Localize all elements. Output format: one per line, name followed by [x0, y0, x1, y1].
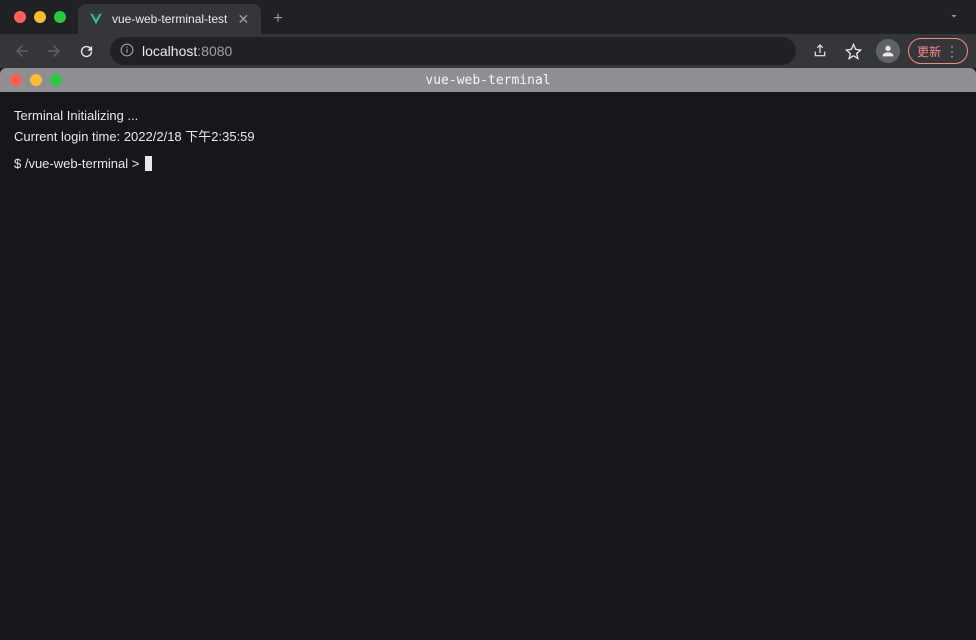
- terminal-maximize-button[interactable]: [50, 74, 62, 86]
- url-port: :8080: [197, 43, 232, 59]
- terminal-close-button[interactable]: [10, 74, 22, 86]
- terminal-prompt[interactable]: $ /vue-web-terminal >: [14, 154, 962, 175]
- bookmark-icon[interactable]: [840, 37, 868, 65]
- chevron-down-icon[interactable]: [940, 5, 968, 29]
- terminal-traffic-lights: [10, 74, 62, 86]
- address-bar[interactable]: localhost:8080: [110, 37, 796, 65]
- reload-button[interactable]: [72, 37, 100, 65]
- terminal-output-line: Current login time: 2022/2/18 下午2:35:59: [14, 127, 962, 148]
- browser-tab[interactable]: vue-web-terminal-test ✕: [78, 4, 261, 34]
- share-icon[interactable]: [806, 37, 834, 65]
- browser-chrome: vue-web-terminal-test ✕ + localhost:8080: [0, 0, 976, 68]
- cursor-icon: [145, 156, 152, 171]
- vue-favicon-icon: [88, 11, 104, 27]
- prompt-text: $ /vue-web-terminal >: [14, 154, 143, 175]
- window-maximize-button[interactable]: [54, 11, 66, 23]
- url-host: localhost: [142, 43, 197, 59]
- person-icon: [876, 39, 900, 63]
- terminal-app: vue-web-terminal Terminal Initializing .…: [0, 68, 976, 640]
- terminal-minimize-button[interactable]: [30, 74, 42, 86]
- browser-toolbar: localhost:8080 更新 ⋮: [0, 34, 976, 68]
- terminal-title: vue-web-terminal: [425, 73, 550, 88]
- window-close-button[interactable]: [14, 11, 26, 23]
- tab-strip: vue-web-terminal-test ✕ +: [0, 0, 976, 34]
- terminal-titlebar[interactable]: vue-web-terminal: [0, 68, 976, 92]
- tab-title: vue-web-terminal-test: [112, 12, 227, 26]
- site-info-icon[interactable]: [120, 43, 134, 60]
- terminal-output-line: Terminal Initializing ...: [14, 106, 962, 127]
- update-label: 更新: [917, 43, 941, 60]
- update-button[interactable]: 更新 ⋮: [908, 38, 968, 64]
- new-tab-button[interactable]: +: [267, 10, 288, 28]
- kebab-menu-icon[interactable]: ⋮: [945, 43, 959, 60]
- terminal-body[interactable]: Terminal Initializing ... Current login …: [0, 92, 976, 188]
- back-button[interactable]: [8, 37, 36, 65]
- window-minimize-button[interactable]: [34, 11, 46, 23]
- window-traffic-lights: [8, 11, 72, 23]
- toolbar-right: 更新 ⋮: [806, 37, 968, 65]
- close-tab-icon[interactable]: ✕: [235, 11, 251, 27]
- forward-button[interactable]: [40, 37, 68, 65]
- profile-avatar[interactable]: [874, 37, 902, 65]
- url-text: localhost:8080: [142, 43, 232, 59]
